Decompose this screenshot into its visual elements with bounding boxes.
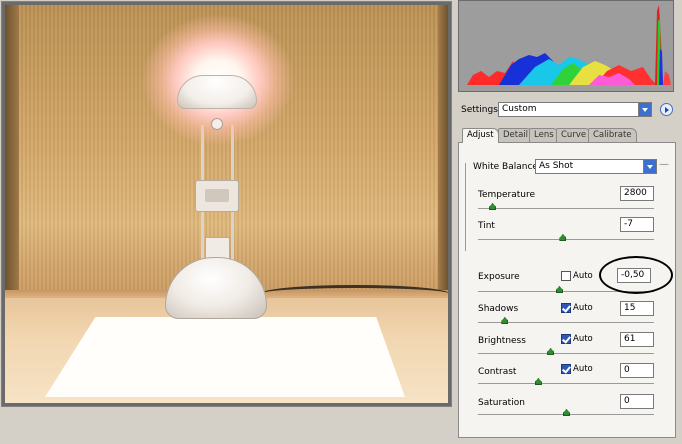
settings-menu-icon[interactable] (660, 103, 673, 116)
contrast-input[interactable]: 0 (620, 363, 654, 378)
paper-sheet (45, 317, 405, 397)
preview-image[interactable] (5, 5, 448, 403)
histogram (458, 0, 674, 92)
brightness-auto-label: Auto (573, 334, 593, 344)
exposure-auto-label: Auto (573, 271, 593, 281)
tint-label: Tint (478, 221, 495, 231)
settings-dropdown[interactable]: Custom (498, 102, 652, 117)
histogram-graph (467, 5, 671, 85)
brightness-input[interactable]: 61 (620, 332, 654, 347)
white-balance-dropdown[interactable]: As Shot (535, 159, 657, 174)
brightness-value: 61 (624, 334, 636, 344)
tint-value: -7 (624, 219, 633, 229)
tab-detail[interactable]: Detail (498, 128, 534, 142)
shadows-value: 15 (624, 303, 636, 313)
white-balance-group-cap: — (659, 159, 669, 170)
lamp-cable (260, 285, 448, 303)
contrast-label: Contrast (478, 367, 517, 377)
settings-label: Settings: (461, 105, 501, 115)
exposure-auto-checkbox[interactable] (561, 271, 571, 281)
shadows-auto-checkbox[interactable] (561, 303, 571, 313)
brightness-label: Brightness (478, 336, 526, 346)
temperature-value: 2800 (624, 188, 647, 198)
wall-shadow-right (438, 5, 448, 305)
temperature-slider[interactable] (478, 208, 654, 209)
exposure-label: Exposure (478, 272, 520, 282)
chevron-down-icon[interactable] (638, 103, 651, 116)
lamp-hinge (195, 180, 239, 212)
contrast-auto-label: Auto (573, 364, 593, 374)
lamp-head (177, 75, 257, 109)
lamp-knob (211, 118, 223, 130)
chevron-down-icon[interactable] (643, 160, 656, 173)
shadows-label: Shadows (478, 304, 519, 314)
histogram-red-tail (663, 71, 671, 85)
saturation-input[interactable]: 0 (620, 394, 654, 409)
brightness-slider[interactable] (478, 353, 654, 354)
tab-lens[interactable]: Lens (529, 128, 559, 142)
highlight-annotation (599, 256, 673, 294)
tab-curve[interactable]: Curve (556, 128, 592, 142)
white-balance-group-line (465, 163, 466, 251)
tint-input[interactable]: -7 (620, 217, 654, 232)
tab-strip: Adjust Detail Lens Curve Calibrate (458, 128, 676, 143)
temperature-label: Temperature (478, 190, 536, 200)
saturation-value: 0 (624, 396, 630, 406)
white-balance-label: White Balance: (473, 162, 541, 172)
wall-shadow-left (5, 5, 19, 305)
brightness-auto-checkbox[interactable] (561, 334, 571, 344)
preview-panel (1, 1, 452, 407)
saturation-label: Saturation (478, 398, 525, 408)
temperature-input[interactable]: 2800 (620, 186, 654, 201)
settings-value: Custom (502, 104, 537, 114)
contrast-slider[interactable] (478, 383, 654, 384)
contrast-value: 0 (624, 365, 630, 375)
tab-calibrate[interactable]: Calibrate (588, 128, 637, 142)
white-balance-value: As Shot (539, 161, 574, 171)
tab-adjust[interactable]: Adjust (462, 128, 499, 143)
shadows-auto-label: Auto (573, 303, 593, 313)
contrast-auto-checkbox[interactable] (561, 364, 571, 374)
shadows-input[interactable]: 15 (620, 301, 654, 316)
